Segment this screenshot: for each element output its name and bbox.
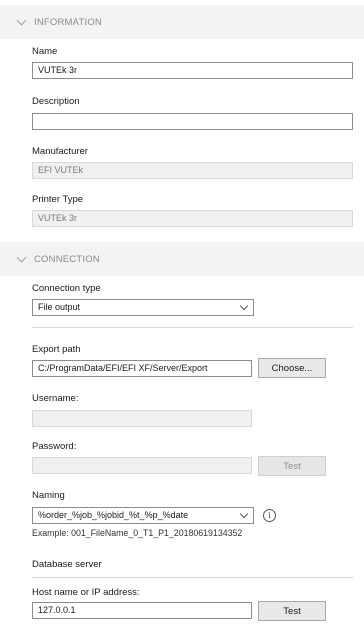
export-path-label: Export path [32,344,81,355]
host-name-label: Host name or IP address: [32,587,140,598]
test-connection-button[interactable]: Test [258,456,326,476]
username-input [32,410,252,427]
password-input [32,457,252,474]
connection-type-select[interactable]: File output [32,299,254,316]
naming-example-text: Example: 001_FileName_0_T1_P1_2018061913… [32,528,243,538]
description-label: Description [32,96,80,107]
export-path-input[interactable]: C:/ProgramData/EFI/EFI XF/Server/Export [32,360,252,377]
username-label: Username: [32,393,79,404]
chevron-down-icon [16,15,27,25]
host-name-input[interactable]: 127.0.0.1 [32,602,252,619]
information-section-title: INFORMATION [34,16,102,28]
name-label: Name [32,46,58,57]
connection-divider [32,327,353,328]
password-label: Password: [32,441,77,452]
connection-section-title: CONNECTION [34,253,100,265]
name-input[interactable]: VUTEk 3r [32,62,353,79]
test-host-button[interactable]: Test [258,601,326,621]
connection-type-value: File output [38,302,81,312]
printer-type-field: VUTEk 3r [32,210,353,227]
manufacturer-label: Manufacturer [32,146,88,157]
naming-label: Naming [32,490,65,501]
database-divider [32,577,353,578]
information-section-header[interactable]: INFORMATION [0,5,364,39]
chevron-down-icon [239,509,249,519]
chevron-down-icon [239,301,249,311]
description-input[interactable] [32,113,353,130]
database-server-label: Database server [32,559,102,570]
connection-type-label: Connection type [32,283,101,294]
choose-button[interactable]: Choose... [258,358,326,378]
info-icon[interactable]: i [263,509,276,522]
connection-section-header[interactable]: CONNECTION [0,242,364,276]
chevron-down-icon [16,252,27,262]
naming-value: %order_%job_%jobid_%t_%p_%date [38,510,189,520]
manufacturer-field: EFI VUTEk [32,162,353,179]
printer-type-label: Printer Type [32,194,84,205]
naming-select[interactable]: %order_%job_%jobid_%t_%p_%date [32,507,254,524]
